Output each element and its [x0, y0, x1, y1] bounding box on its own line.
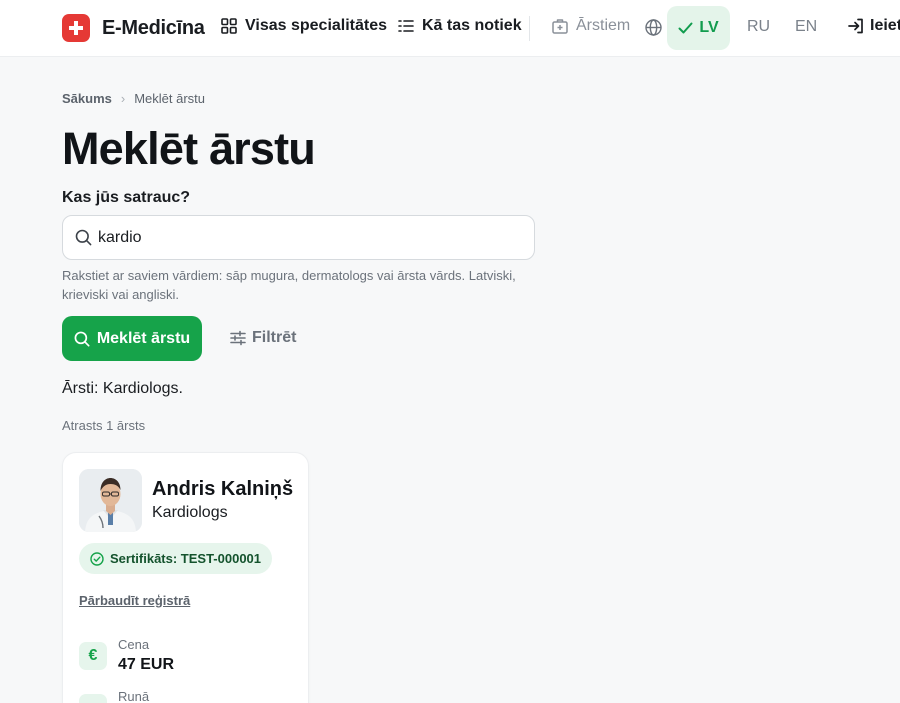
search-icon — [75, 229, 92, 246]
search-field[interactable] — [62, 215, 535, 260]
language-en-button[interactable]: EN — [795, 18, 817, 36]
breadcrumb-current: Meklēt ārstu — [134, 91, 206, 106]
certificate-label: Sertifikāts: TEST-000001 — [110, 551, 262, 566]
nav-for-doctors[interactable]: Ārstiem — [552, 17, 630, 35]
top-navigation-bar: E-Medicīna Visas specialitātes Kā tas no… — [0, 0, 900, 57]
brand-name: E-Medicīna — [102, 16, 205, 39]
chevron-right-icon: › — [120, 91, 126, 106]
doctor-specialty: Kardiologs — [152, 504, 228, 521]
check-icon — [678, 22, 693, 34]
page-title: Meklēt ārstu — [62, 123, 316, 174]
search-input[interactable] — [98, 228, 518, 247]
nav-how-it-works[interactable]: Kā tas notiek — [398, 17, 522, 35]
search-button-label: Meklēt ārstu — [96, 329, 191, 347]
filter-button-label: Filtrēt — [252, 329, 297, 346]
login-button[interactable]: Ieiet — [848, 17, 900, 35]
search-label: Kas jūs satrauc? — [62, 189, 191, 206]
language-icon — [79, 694, 107, 703]
result-count: Atrasts 1 ārsts — [62, 418, 146, 433]
search-hint: Rakstiet ar saviem vārdiem: sāp mugura, … — [62, 268, 516, 302]
nav-how-label: Kā tas notiek — [422, 17, 522, 34]
check-circle-icon — [90, 551, 104, 566]
registry-check-link[interactable]: Pārbaudīt reģistrā — [79, 593, 190, 608]
price-label: Cena — [118, 637, 150, 652]
login-icon — [848, 18, 863, 34]
login-label: Ieiet — [870, 17, 900, 34]
nav-specialties-label: Visas specialitātes — [245, 17, 388, 34]
medical-cross-icon — [62, 14, 90, 42]
list-icon — [398, 20, 414, 32]
search-icon — [74, 331, 90, 347]
doctor-name[interactable]: Andris Kalniņš — [152, 478, 293, 501]
breadcrumb-home-link[interactable]: Sākums — [62, 91, 112, 106]
language-label: Runā — [118, 689, 150, 703]
doctor-card[interactable]: Andris Kalniņš Kardiologs Sertifikāts: T… — [62, 452, 309, 703]
price-value: 47 EUR — [118, 656, 175, 673]
search-button[interactable]: Meklēt ārstu — [62, 316, 202, 361]
language-lv-label: LV — [699, 19, 719, 36]
nav-divider — [529, 16, 530, 41]
language-lv-button[interactable]: LV — [667, 6, 730, 50]
language-ru-button[interactable]: RU — [747, 18, 770, 36]
sliders-icon — [230, 330, 246, 346]
nav-all-specialties[interactable]: Visas specialitātes — [221, 17, 387, 35]
euro-icon: € — [79, 642, 107, 670]
filter-button[interactable]: Filtrēt — [230, 329, 296, 347]
certificate-badge: Sertifikāts: TEST-000001 — [79, 543, 273, 574]
result-summary: Ārsti: Kardiologs. — [62, 380, 183, 397]
nav-doctors-label: Ārstiem — [576, 17, 631, 34]
grid-icon — [221, 18, 237, 34]
doctor-avatar — [79, 469, 142, 532]
brand-logo[interactable]: E-Medicīna — [62, 14, 205, 42]
globe-icon — [645, 19, 662, 36]
breadcrumb: Sākums › Meklēt ārstu — [62, 91, 205, 106]
medical-bag-icon — [552, 19, 568, 34]
